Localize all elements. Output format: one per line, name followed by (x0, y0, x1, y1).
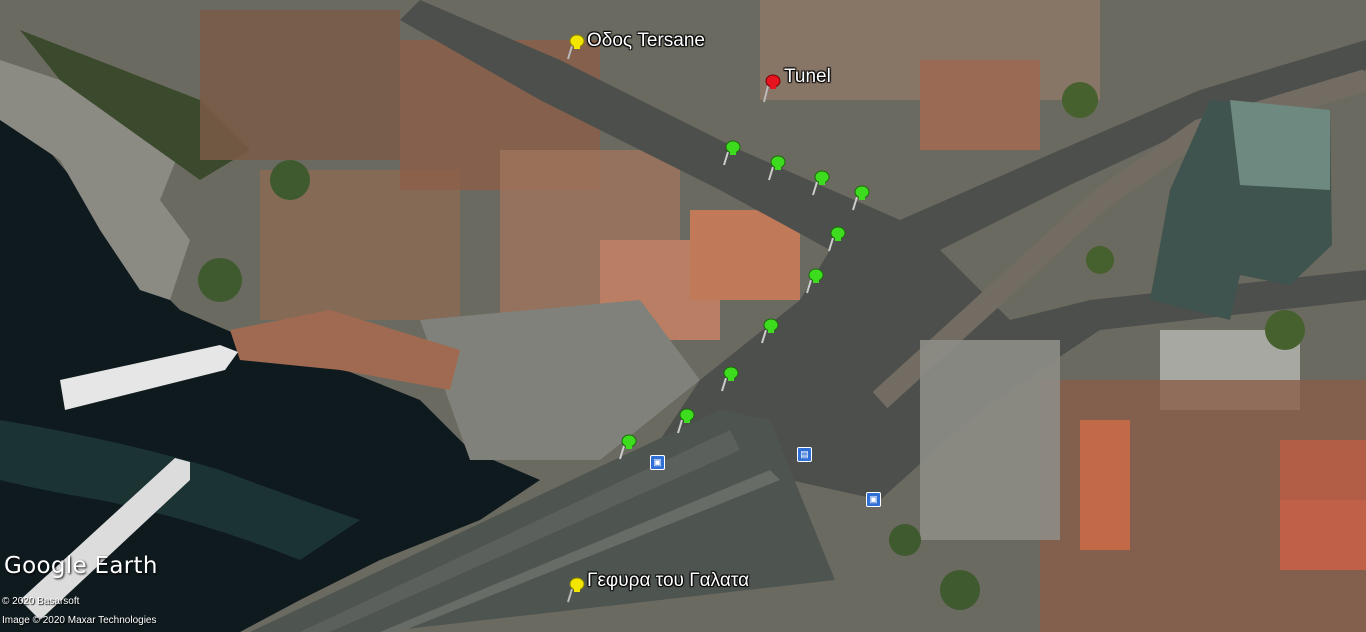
placemark-label-tunel[interactable]: Tunel (784, 66, 831, 88)
yellow-pushpin-icon[interactable] (566, 575, 588, 603)
satellite-imagery (0, 0, 1366, 632)
green-pushpin-icon[interactable] (720, 364, 742, 392)
green-pushpin-icon[interactable] (851, 183, 873, 211)
placemark-label-galata-bridge[interactable]: Γεφυρα του Γαλατα (587, 570, 749, 592)
green-pushpin-icon[interactable] (767, 153, 789, 181)
copyright-maxar: Image © 2020 Maxar Technologies (2, 615, 157, 626)
satellite-map[interactable]: Οδος Tersane Tunel Γεφυρα του Γαλατα ▣ ▤… (0, 0, 1366, 632)
yellow-pushpin-icon[interactable] (566, 32, 588, 60)
tram-stop-icon[interactable]: ▤ (797, 447, 812, 462)
green-pushpin-icon[interactable] (811, 168, 833, 196)
bus-stop-icon[interactable]: ▣ (650, 455, 665, 470)
red-pushpin-icon[interactable] (762, 72, 784, 103)
google-earth-logo: Google Earth (4, 553, 158, 579)
placemark-label-tersane[interactable]: Οδος Tersane (587, 30, 705, 52)
green-pushpin-icon[interactable] (618, 432, 640, 460)
green-pushpin-icon[interactable] (805, 266, 827, 294)
green-pushpin-icon[interactable] (722, 138, 744, 166)
copyright-basarsoft: © 2020 Basarsoft (2, 596, 80, 607)
green-pushpin-icon[interactable] (676, 406, 698, 434)
green-pushpin-icon[interactable] (760, 316, 782, 344)
green-pushpin-icon[interactable] (827, 224, 849, 252)
bus-stop-icon[interactable]: ▣ (866, 492, 881, 507)
